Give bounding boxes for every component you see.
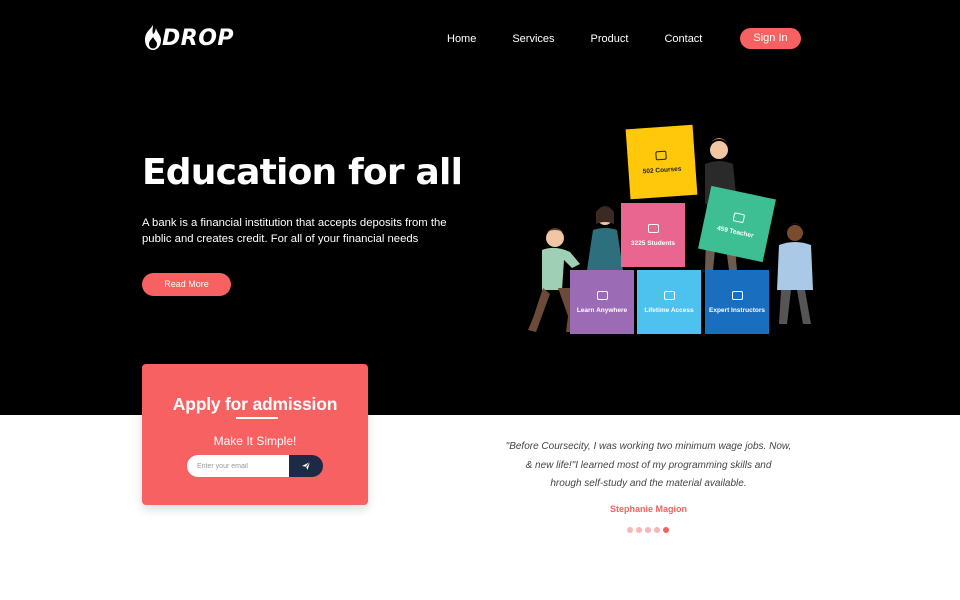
students-tile: 3225 Students	[621, 203, 685, 267]
nav-item-product[interactable]: Product	[591, 32, 629, 46]
carousel-dot[interactable]	[627, 527, 633, 533]
apply-subtitle: Make It Simple!	[213, 434, 297, 448]
clock-icon	[663, 290, 675, 300]
logo-text: DROP	[162, 25, 235, 51]
teacher-tile-label: 459 Teacher	[716, 224, 755, 240]
apply-title-underline	[236, 417, 278, 419]
teacher-icon	[732, 211, 745, 223]
learn-anywhere-tile-label: Learn Anywhere	[576, 306, 628, 314]
testimonial-line: "Before Coursecity, I was working two mi…	[505, 441, 792, 452]
education-illustration: 502 Courses 3225 Students 459 Teacher Le…	[495, 120, 830, 345]
hero-title: Education for all	[142, 152, 463, 193]
apply-card: Apply for admission Make It Simple!	[142, 364, 368, 505]
book-icon	[655, 150, 667, 160]
hero-description: A bank is a financial institution that a…	[142, 217, 447, 245]
learn-anywhere-tile: Learn Anywhere	[570, 270, 634, 334]
apply-title: Apply for admission	[172, 394, 338, 414]
student-icon	[647, 223, 659, 233]
carousel-dots	[627, 527, 672, 533]
expert-instructors-tile-label: Expert Instructors	[709, 306, 765, 314]
testimonial-quote: "Before Coursecity, I was working two mi…	[480, 438, 817, 494]
logo[interactable]: DROP	[142, 22, 234, 54]
lifetime-access-tile: Lifetime Access	[637, 270, 701, 334]
carousel-dot[interactable]	[636, 527, 642, 533]
teacher-tile: 459 Teacher	[698, 185, 776, 263]
lifetime-access-tile-label: Lifetime Access	[644, 306, 694, 314]
sign-in-button[interactable]: Sign In	[740, 28, 801, 49]
send-button[interactable]	[289, 455, 323, 477]
courses-tile-label: 502 Courses	[642, 165, 682, 175]
email-form	[187, 455, 323, 477]
open-book-icon	[596, 290, 608, 300]
presentation-icon	[731, 290, 743, 300]
nav-item-home[interactable]: Home	[447, 32, 476, 46]
testimonial-author: Stephanie Magion	[609, 504, 687, 514]
carousel-dot[interactable]	[645, 527, 651, 533]
testimonial-line: hrough self-study and the material avail…	[550, 478, 747, 489]
paper-plane-icon	[302, 461, 311, 470]
read-more-button[interactable]: Read More	[142, 273, 231, 296]
main-nav: Home Services Product Contact	[447, 32, 702, 46]
carousel-dot[interactable]	[654, 527, 660, 533]
courses-tile: 502 Courses	[625, 124, 698, 200]
hero-section: DROP Home Services Product Contact Sign …	[0, 0, 960, 415]
carousel-dot-active[interactable]	[663, 527, 669, 533]
nav-item-contact[interactable]: Contact	[664, 32, 702, 46]
testimonial-line: & new life!"I learned most of my program…	[525, 459, 772, 471]
expert-instructors-tile: Expert Instructors	[705, 270, 769, 334]
flame-logo-icon	[145, 25, 161, 50]
nav-item-services[interactable]: Services	[512, 32, 554, 46]
students-tile-label: 3225 Students	[630, 239, 676, 247]
email-input[interactable]	[187, 455, 299, 477]
